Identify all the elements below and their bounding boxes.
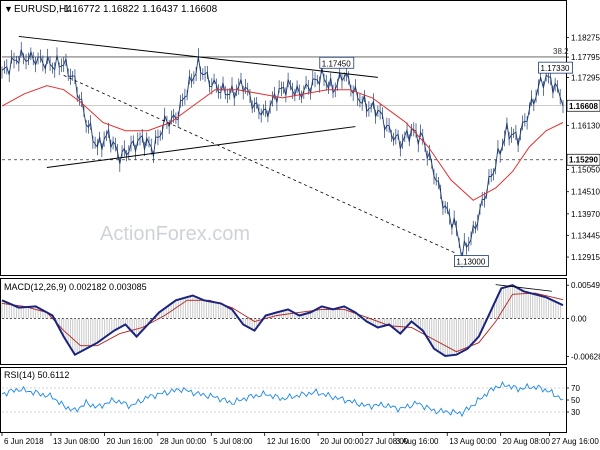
price-ohlc-high: 1.16822 bbox=[103, 4, 140, 15]
price-y-tick-label-6: 1.15050 bbox=[571, 166, 600, 175]
price-y-tick-label-8: 1.13970 bbox=[571, 210, 600, 219]
x-axis-label-9: 13 Aug 00:00 bbox=[449, 437, 497, 446]
x-axis-label-1: 13 Jun 08:00 bbox=[53, 437, 100, 446]
price-y-tick-label-4: 1.16130 bbox=[571, 121, 600, 130]
x-axis-label-5: 12 Jul 16:00 bbox=[267, 437, 311, 446]
x-axis-label-10: 20 Aug 08:00 bbox=[503, 437, 551, 446]
price-label-2: 1.13000 bbox=[456, 258, 485, 267]
x-axis-label-3: 28 Jun 00:00 bbox=[160, 437, 207, 446]
x-axis-label-0: 6 Jun 2018 bbox=[4, 437, 44, 446]
price-y-tick-label-0: 1.18275 bbox=[571, 33, 600, 42]
macd-title: MACD(12,26,9) 0.002182 0.003085 bbox=[4, 282, 147, 292]
forex-chart: ▼ EURUSD,H4 1.16772 1.16822 1.16437 1.16… bbox=[0, 0, 600, 446]
x-axis-label-6: 20 Jul 00:00 bbox=[320, 437, 364, 446]
rsi-panel-frame bbox=[0, 367, 567, 433]
fib-level-label: 38.2 bbox=[553, 47, 569, 56]
x-axis-label-8: 3 Aug 16:00 bbox=[396, 437, 439, 446]
rsi-y-tick-label-0: 70 bbox=[571, 384, 580, 393]
price-ohlc-low: 1.16437 bbox=[142, 4, 179, 15]
x-axis-label-2: 20 Jun 16:00 bbox=[106, 437, 153, 446]
x-axis-label-11: 27 Aug 16:00 bbox=[552, 437, 600, 446]
price-y-tick-label-1: 1.17795 bbox=[571, 53, 600, 62]
price-y-tick-label-9: 1.13445 bbox=[571, 231, 600, 240]
current-value-label-1: 1.15290 bbox=[569, 156, 598, 165]
rsi-y-tick-label-2: 30 bbox=[571, 408, 580, 417]
price-y-tick-label-2: 1.17295 bbox=[571, 74, 600, 83]
price-label-0: 1.17450 bbox=[322, 59, 351, 68]
price-ohlc-close: 1.16608 bbox=[181, 4, 218, 15]
x-axis-label-4: 5 Jul 08:00 bbox=[213, 437, 253, 446]
collapse-arrow-icon[interactable]: ▼ bbox=[4, 4, 13, 14]
watermark: ActionForex.com bbox=[100, 223, 250, 245]
price-y-tick-label-7: 1.14510 bbox=[571, 188, 600, 197]
macd-y-tick-label-1: 0.00 bbox=[571, 314, 587, 323]
price-panel-frame bbox=[0, 0, 567, 276]
price-label-1: 1.17330 bbox=[541, 64, 570, 73]
price-y-tick-label-10: 1.12915 bbox=[571, 253, 600, 262]
rsi-y-tick-label-1: 50 bbox=[571, 396, 580, 405]
macd-y-tick-label-0: 0.005499 bbox=[571, 281, 600, 290]
rsi-title: RSI(14) 50.6112 bbox=[4, 370, 69, 380]
macd-y-tick-label-2: -0.006283 bbox=[571, 352, 600, 361]
price-ohlc-open: 1.16772 bbox=[64, 4, 101, 15]
current-value-label-0: 1.16608 bbox=[569, 102, 598, 111]
